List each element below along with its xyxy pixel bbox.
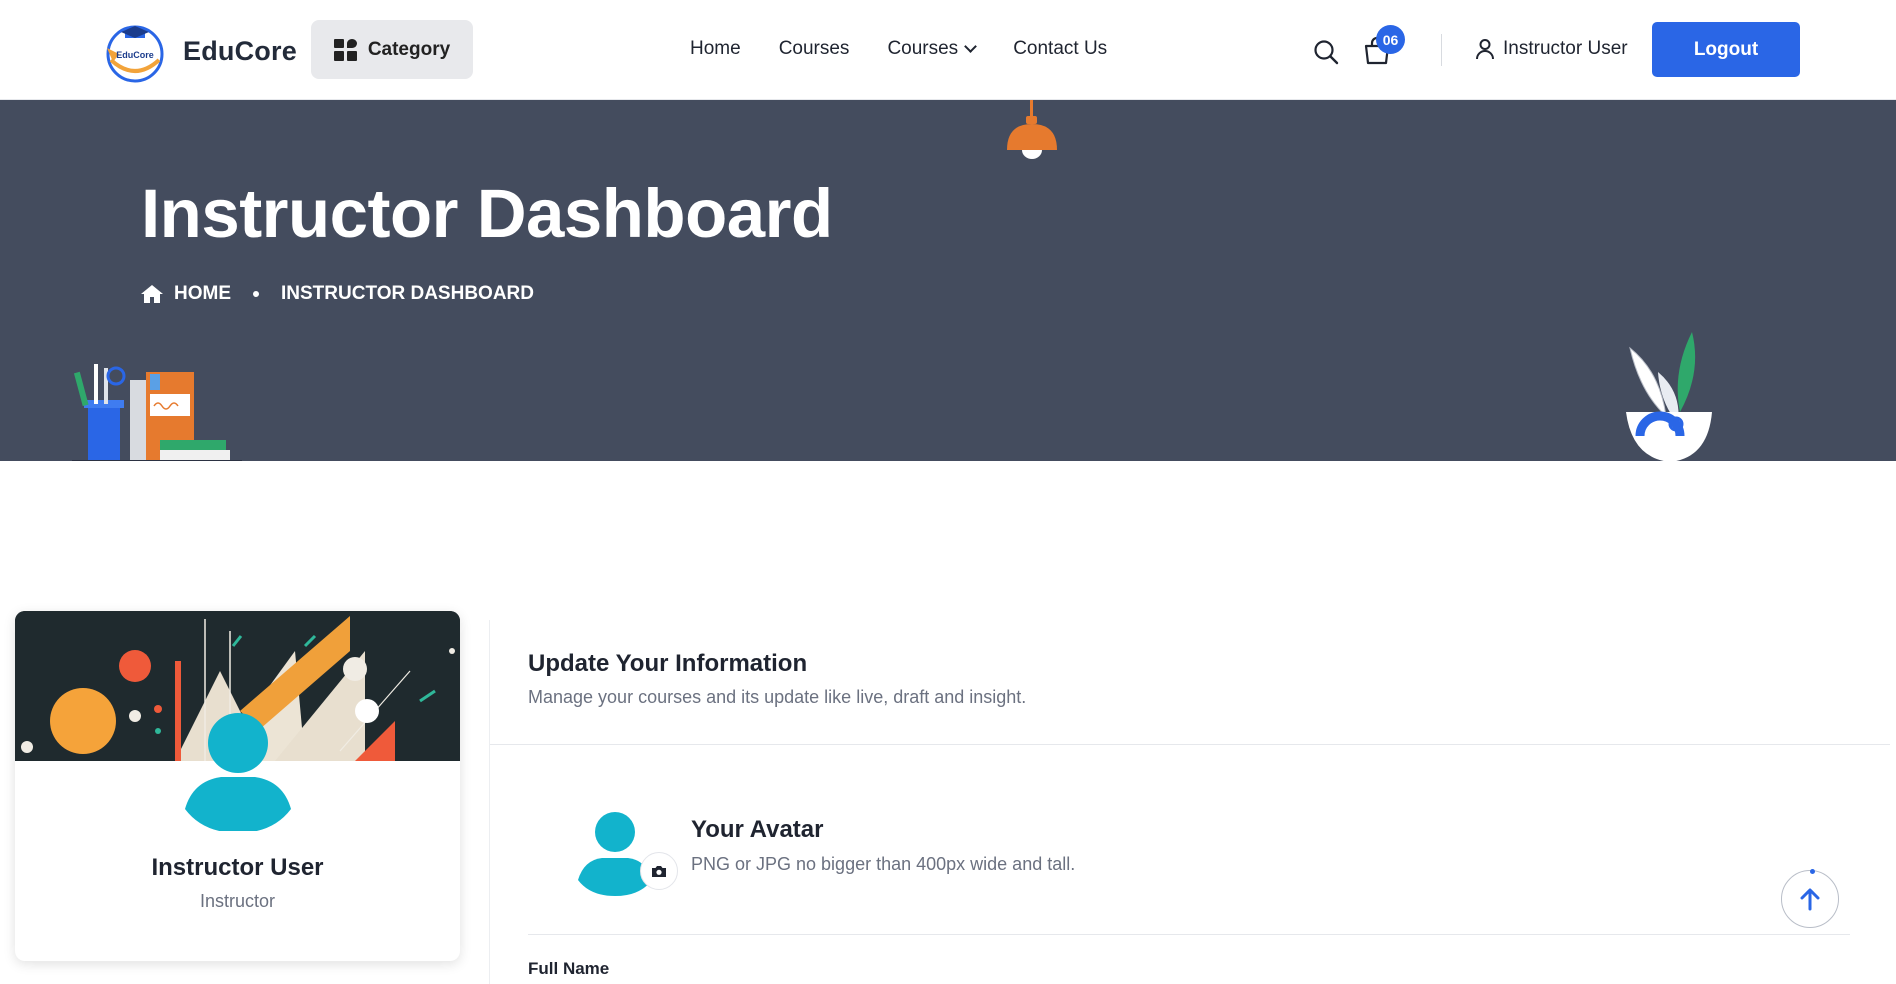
nav-courses[interactable]: Courses [779, 38, 850, 60]
arrow-up-icon [1800, 888, 1820, 911]
main-nav: Home Courses Courses Contact Us [690, 38, 1107, 60]
panel-subtitle: Manage your courses and its update like … [528, 687, 1027, 707]
panel-divider [490, 744, 1890, 745]
avatar-upload-button[interactable] [640, 852, 678, 890]
breadcrumb-separator [253, 291, 259, 297]
scroll-progress-indicator [1810, 869, 1815, 874]
site-logo[interactable]: EduCore EduCore [99, 18, 297, 84]
chevron-down-icon [964, 40, 978, 53]
nav-contact[interactable]: Contact Us [1013, 38, 1107, 60]
breadcrumb-home[interactable]: HOME [174, 283, 231, 305]
plant-illustration [1626, 332, 1712, 461]
logo-badge-icon: EduCore [99, 18, 171, 84]
logo-text: EduCore [183, 35, 297, 66]
books-illustration [72, 364, 242, 461]
nav-courses-dropdown[interactable]: Courses [887, 38, 978, 60]
user-label: Instructor User [1503, 38, 1628, 59]
nav-home[interactable]: Home [690, 38, 741, 60]
grid-icon [333, 38, 357, 61]
profile-name: Instructor User [151, 854, 324, 881]
site-header: EduCore EduCore Category Home Courses Co… [0, 0, 1896, 100]
avatar-title: Your Avatar [691, 816, 824, 843]
breadcrumb: HOME INSTRUCTOR DASHBOARD [140, 283, 534, 305]
page-title: Instructor Dashboard [141, 175, 833, 252]
avatar-preview [578, 812, 652, 896]
page-hero: Instructor Dashboard HOME INSTRUCTOR DAS… [0, 100, 1896, 461]
profile-card: Instructor User Instructor [15, 611, 460, 961]
user-menu-link[interactable]: Instructor User [1475, 38, 1628, 60]
logout-button[interactable]: Logout [1652, 22, 1800, 77]
breadcrumb-current: INSTRUCTOR DASHBOARD [281, 283, 534, 304]
profile-avatar [185, 713, 291, 831]
user-icon [1476, 39, 1494, 60]
avatar-hint: PNG or JPG no bigger than 400px wide and… [691, 854, 1076, 874]
profile-role: Instructor [199, 891, 276, 911]
nav-courses-dropdown-label: Courses [887, 38, 959, 59]
cart-count-badge: 06 [1376, 25, 1405, 54]
lamp-illustration [1007, 100, 1057, 159]
camera-icon [652, 865, 666, 877]
section-divider [528, 934, 1850, 935]
logo-badge-text: EduCore [116, 50, 154, 60]
header-divider [1441, 34, 1442, 66]
category-button[interactable]: Category [311, 20, 473, 79]
search-icon[interactable] [1313, 39, 1339, 65]
full-name-label: Full Name [528, 959, 610, 978]
category-label: Category [367, 38, 451, 60]
panel-title: Update Your Information [528, 650, 808, 677]
scroll-to-top-button[interactable] [1781, 870, 1839, 928]
home-icon [141, 285, 163, 303]
update-info-panel: Update Your Information Manage your cour… [489, 620, 1890, 984]
